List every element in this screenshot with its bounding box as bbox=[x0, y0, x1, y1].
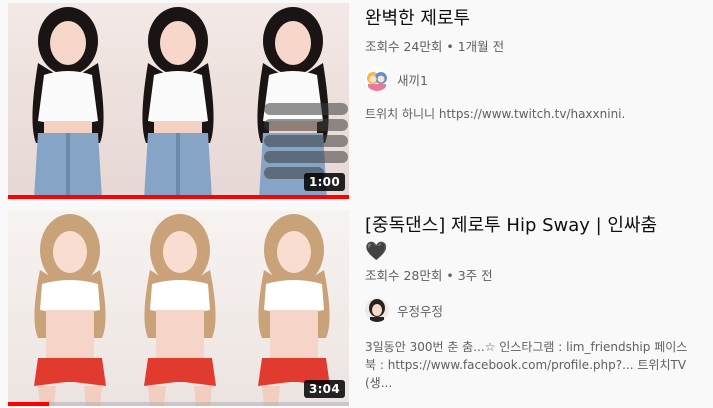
description-line: 3일동안 300번 춘 춤...☆ 인스타그램 : lim_friendship… bbox=[365, 340, 688, 354]
watch-progress-bar bbox=[8, 402, 49, 406]
video-thumbnail-2[interactable]: 3:04 bbox=[8, 210, 349, 406]
upload-age: 3주 전 bbox=[457, 268, 493, 283]
view-count: 조회수 28만회 bbox=[365, 268, 443, 283]
channel-avatar[interactable] bbox=[365, 298, 389, 322]
video-description: 트위치 하니니 https://www.twitch.tv/haxxnini. bbox=[365, 107, 626, 121]
duration-badge: 3:04 bbox=[303, 380, 345, 398]
video-result-2: 3:04 [중독댄스] 제로투 Hip Sway | 인싸춤 🖤 조회수 28만… bbox=[0, 207, 713, 408]
channel-link[interactable]: 새끼1 bbox=[365, 67, 710, 91]
video-result-1: 1:00 완벽한 제로투 조회수 24만회 • 1개월 전 새끼1 트위치 하니… bbox=[0, 0, 713, 205]
video-description: 3일동안 300번 춘 춤...☆ 인스타그램 : lim_friendship… bbox=[365, 338, 710, 392]
channel-name[interactable]: 우정우정 bbox=[397, 301, 443, 320]
video-title-text: [중독댄스] 제로투 Hip Sway | 인싸춤 bbox=[365, 215, 658, 236]
video-metadata: 조회수 28만회 • 3주 전 bbox=[365, 265, 710, 284]
watch-progress-track bbox=[8, 402, 349, 406]
video-metadata: 조회수 24만회 • 1개월 전 bbox=[365, 36, 710, 55]
watch-progress-bar bbox=[8, 195, 349, 199]
thumbnail-image bbox=[8, 210, 349, 406]
black-heart-icon: 🖤 bbox=[365, 241, 388, 262]
video-title[interactable]: [중독댄스] 제로투 Hip Sway | 인싸춤 🖤 bbox=[365, 213, 710, 265]
channel-avatar[interactable] bbox=[365, 67, 389, 91]
duration-badge: 1:00 bbox=[303, 173, 345, 191]
channel-link[interactable]: 우정우정 bbox=[365, 298, 710, 322]
description-line: 북 : https://www.facebook.com/profile.php… bbox=[365, 358, 687, 390]
view-count: 조회수 24만회 bbox=[365, 39, 443, 54]
upload-age: 1개월 전 bbox=[457, 39, 505, 54]
video-info-2: [중독댄스] 제로투 Hip Sway | 인싸춤 🖤 조회수 28만회 • 3… bbox=[365, 213, 710, 392]
separator-dot: • bbox=[446, 268, 454, 283]
video-title[interactable]: 완벽한 제로투 bbox=[365, 6, 710, 32]
video-info-1: 완벽한 제로투 조회수 24만회 • 1개월 전 새끼1 트위치 하니니 htt… bbox=[365, 6, 710, 123]
video-thumbnail-1[interactable]: 1:00 bbox=[8, 3, 349, 199]
thumbnail-image bbox=[8, 3, 349, 199]
separator-dot: • bbox=[446, 39, 454, 54]
channel-name[interactable]: 새끼1 bbox=[397, 70, 428, 89]
